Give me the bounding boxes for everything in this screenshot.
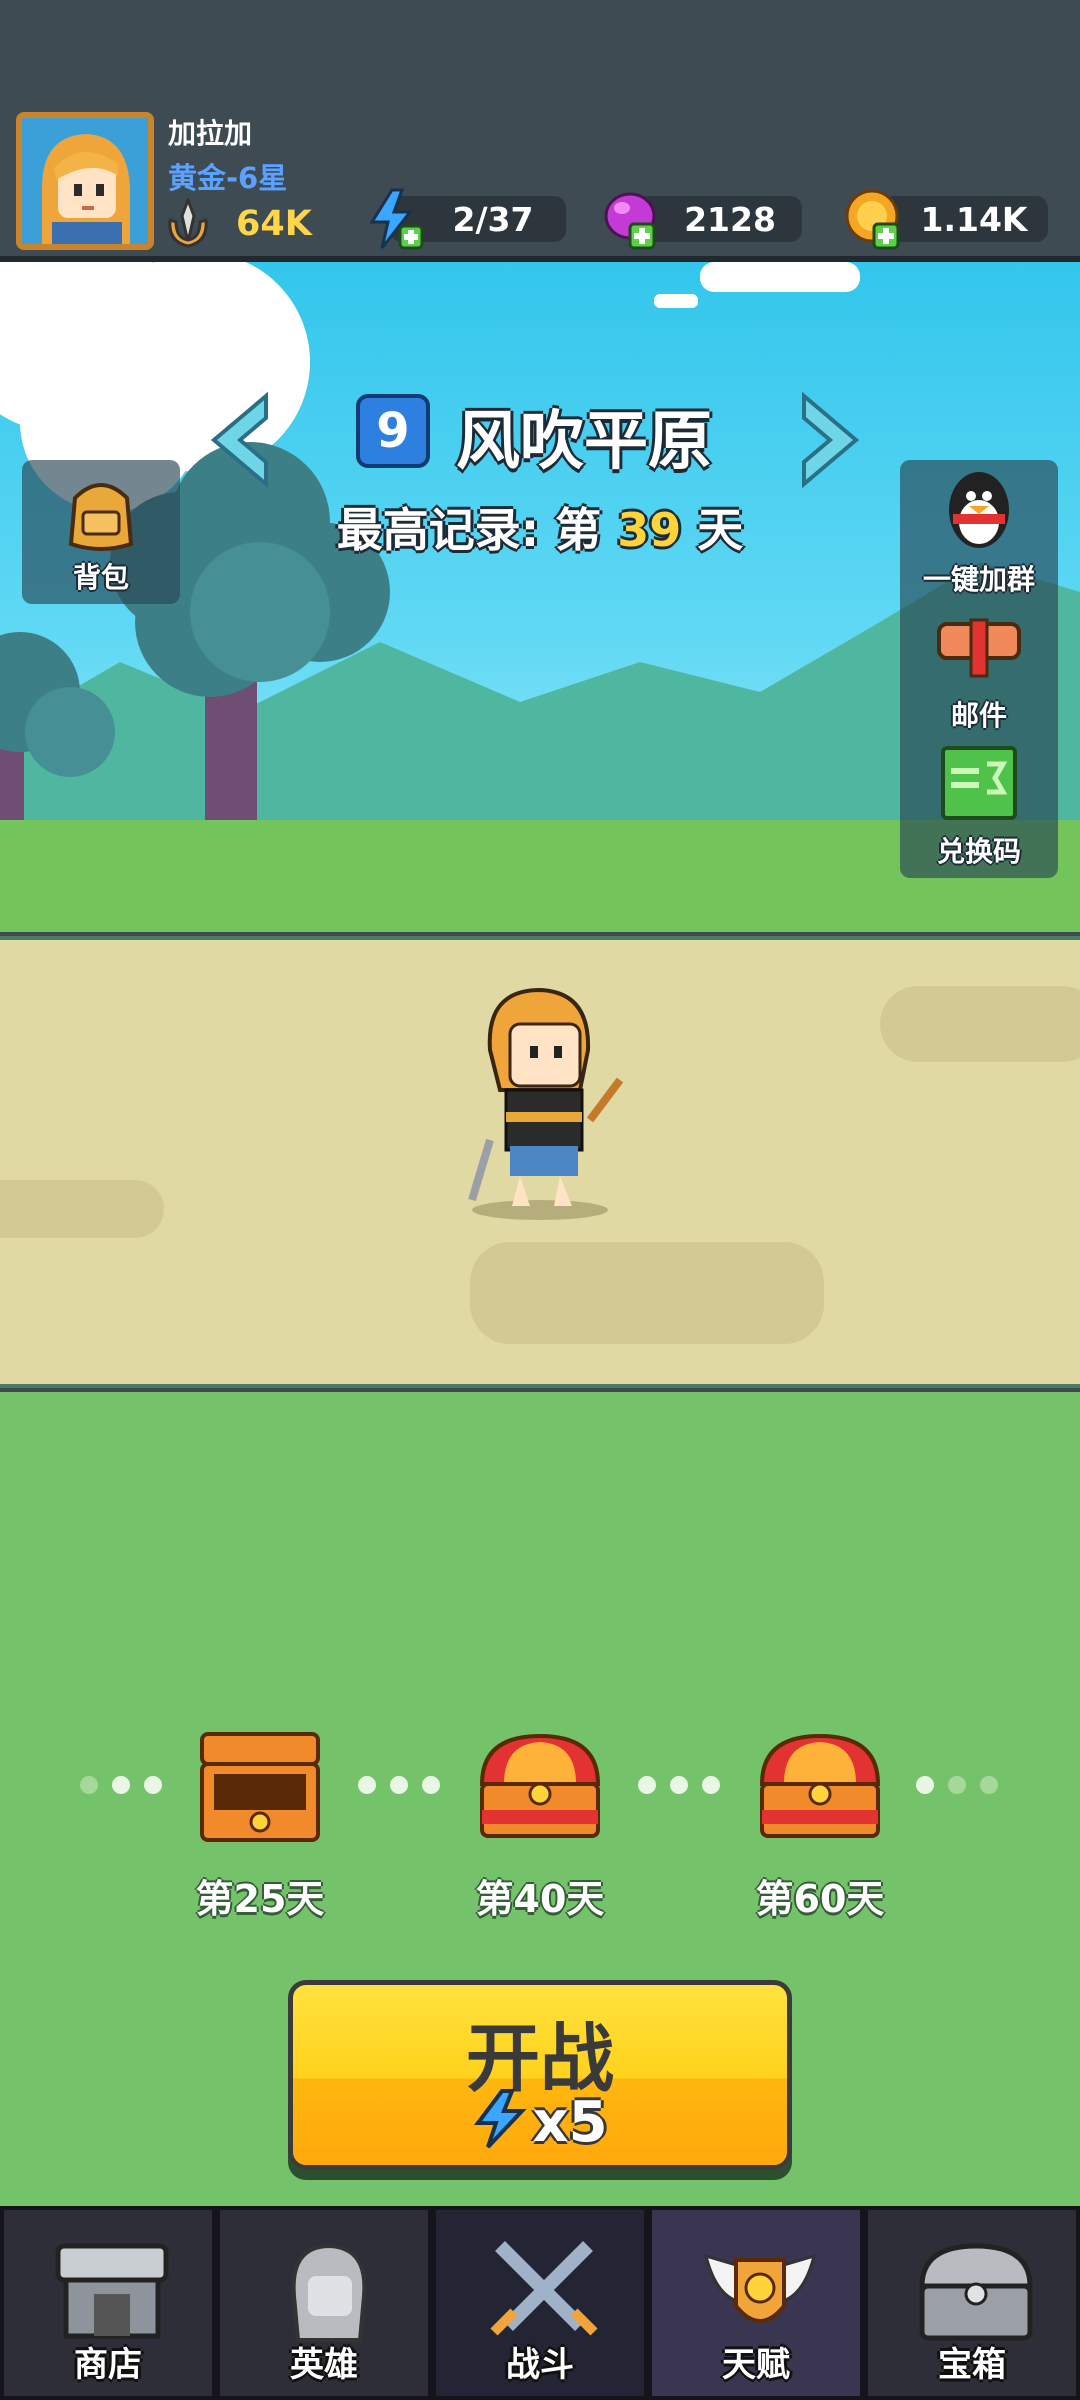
tab-hero[interactable]: 英雄 [216,2206,432,2400]
reward-label: 第60天 [755,1877,885,1921]
tab-chest-label: 宝箱 [938,2345,1006,2385]
bag-label: 背包 [72,561,129,594]
record-suffix: 天 [697,503,744,557]
start-battle-button[interactable]: 开战 x5 [288,1980,792,2170]
next-stage-arrow-icon[interactable] [794,392,864,488]
reward-label: 第25天 [195,1877,325,1921]
battle-road [0,936,1080,1388]
energy-value: 2/37 [452,200,534,239]
energy-counter[interactable]: 2/37 [369,188,566,250]
player-name: 加拉加 [168,117,253,150]
stage-title: 风吹平原 [456,405,712,479]
redeem-ticket-icon [941,746,1017,820]
tab-shop[interactable]: 商店 [0,2206,216,2400]
crossed-swords-icon [490,2241,598,2336]
bag-button[interactable]: 背包 [22,460,180,604]
join-group-label: 一键加群 [922,563,1035,596]
player-avatar[interactable] [16,112,154,250]
player-rank: 黄金-6星 [168,161,288,195]
redeem-code-label: 兑换码 [936,835,1021,868]
mail-label: 邮件 [950,699,1007,732]
tab-shop-label: 商店 [74,2345,142,2385]
reward-chest-closed-icon[interactable] [754,1724,886,1848]
reward-chest-closed-icon[interactable] [474,1724,606,1848]
combat-power-value: 64K [236,204,312,244]
penguin-icon [949,472,1009,548]
prev-stage-arrow-icon[interactable] [206,392,276,488]
top-status-bar: 加拉加 黄金-6星 64K 2/37 2128 1.14K [0,0,1080,262]
reward-label: 第40天 [475,1877,605,1921]
tab-battle[interactable]: 战斗 [432,2206,648,2400]
shop-icon [55,2243,169,2339]
tab-talent[interactable]: 天赋 [648,2206,864,2400]
gem-counter[interactable]: 2128 [604,192,802,250]
tab-talent-label: 天赋 [722,2345,790,2385]
gold-value: 1.14K [920,200,1028,239]
progress-dots-3 [638,1776,720,1794]
treasure-chest-icon [919,2243,1033,2341]
tab-chest[interactable]: 宝箱 [864,2206,1080,2400]
tab-battle-label: 战斗 [506,2345,574,2385]
record-days: 39 [617,503,682,557]
stage-number-badge: 9 [356,394,430,468]
mail-scroll-icon [937,618,1021,678]
energy-cost-value: x5 [532,2090,608,2155]
gem-value: 2128 [684,200,776,239]
energy-icon [474,2089,528,2149]
redeem-code-button[interactable]: 兑换码 [900,734,1058,870]
progress-dots-2 [358,1776,440,1794]
mail-button[interactable]: 邮件 [900,598,1058,734]
hero-icon [291,2243,367,2342]
progress-dots-1 [80,1776,162,1794]
side-menu-panel: 一键加群 邮件 兑换码 [900,460,1058,878]
tab-hero-label: 英雄 [290,2345,358,2385]
hero-character [468,987,624,1220]
backpack-icon [68,483,134,551]
record-prefix: 最高记录: 第 [336,503,602,557]
energy-cost: x5 [293,2089,787,2155]
join-group-button[interactable]: 一键加群 [900,462,1058,598]
gold-counter[interactable]: 1.14K [845,189,1048,250]
talent-wings-icon [703,2253,817,2323]
combat-power-icon [168,198,208,248]
reward-chest-opened-icon[interactable] [194,1724,326,1848]
progress-dots-4 [916,1776,998,1794]
bottom-navigation: 商店 英雄 战斗 天赋 宝箱 [0,2206,1080,2400]
